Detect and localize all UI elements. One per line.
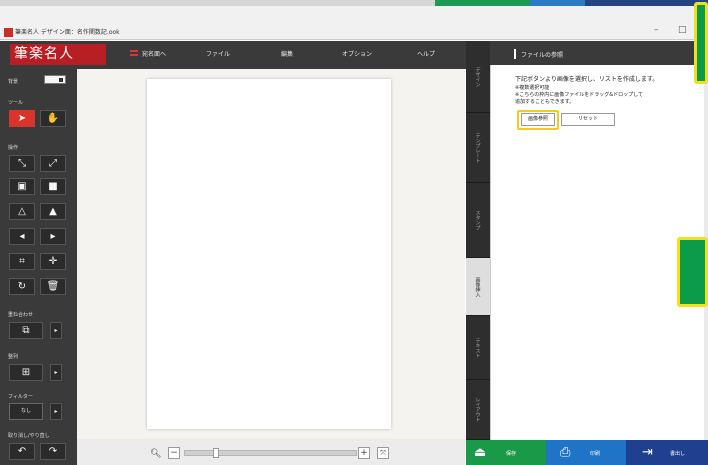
zoom-slider[interactable] xyxy=(184,448,357,458)
flip-horizontal-icon: ◂ xyxy=(19,231,25,242)
maximize-button[interactable]: □ xyxy=(678,25,687,35)
callout-marker-middle xyxy=(677,237,708,307)
triangle-outline-button[interactable]: △ xyxy=(9,203,35,220)
view-label: 背景 xyxy=(8,79,19,85)
zoom-in-button[interactable]: + xyxy=(358,447,370,459)
square-filled-icon: ■ xyxy=(48,181,58,192)
tab-image-insert[interactable]: 画像挿入 xyxy=(466,258,490,316)
fit-screen-button[interactable]: ⤧ xyxy=(377,447,389,459)
menu-item-help[interactable]: ヘルプ xyxy=(417,49,435,58)
app-icon xyxy=(4,28,13,37)
filter-more-button[interactable]: ▸ xyxy=(50,403,62,420)
filter-select[interactable]: なし xyxy=(9,403,43,420)
zoom-slider-thumb[interactable] xyxy=(213,448,219,458)
align-more-button[interactable]: ▸ xyxy=(50,364,62,381)
flip-horizontal-button[interactable]: ◂ xyxy=(9,228,35,245)
rotate-button[interactable]: ↻ xyxy=(9,278,35,295)
layer-section-label: 重ね合わせ xyxy=(8,312,34,318)
move-icon: ✛ xyxy=(48,256,58,267)
right-panel-title: ファイルの参照 xyxy=(521,52,564,59)
print-button[interactable]: ⎙ 印刷 xyxy=(546,440,626,465)
tab-design[interactable]: デザイン xyxy=(466,41,490,113)
expand-icon: ⤢ xyxy=(49,158,57,169)
tab-template[interactable]: テンプレート xyxy=(466,113,490,183)
undo-section-label: 取り消し/やり直し xyxy=(8,433,50,439)
print-label: 印刷 xyxy=(590,451,601,457)
tool-section-label: ツール xyxy=(8,100,24,106)
triangle-icon: ▲ xyxy=(49,206,57,217)
menu-item-file[interactable]: ファイル xyxy=(206,49,230,58)
select-arrow-button[interactable]: ➤ xyxy=(9,110,35,127)
redo-button[interactable]: ↷ xyxy=(40,443,66,460)
delete-button[interactable]: 🗑 xyxy=(40,278,66,295)
move-button[interactable]: ✛ xyxy=(40,253,66,270)
align-button[interactable]: ⊞ xyxy=(9,364,43,381)
menu-item-edit[interactable]: 編集 xyxy=(281,49,293,58)
redo-icon: ↷ xyxy=(48,446,58,457)
magnifier-icon: 🔍︎ xyxy=(150,449,162,459)
hand-tool-button[interactable]: ✋ xyxy=(40,110,66,127)
undo-icon: ↶ xyxy=(17,446,27,457)
crop-button[interactable]: ⌗ xyxy=(9,253,35,270)
export-icon: ⇥ xyxy=(642,445,653,460)
zoom-out-button[interactable]: − xyxy=(168,447,180,459)
back-to-address-icon[interactable] xyxy=(130,50,138,56)
background-toggle[interactable] xyxy=(44,75,66,84)
export-label: 書出し xyxy=(670,451,686,457)
align-icon: ⊞ xyxy=(21,367,31,378)
trash-icon: 🗑 xyxy=(46,281,60,292)
edit-section-label: 操作 xyxy=(8,145,19,151)
flip-vertical-button[interactable]: ▸ xyxy=(40,228,66,245)
printer-icon: ⎙ xyxy=(560,445,571,460)
save-icon: ⏏ xyxy=(474,445,487,460)
toggle-knob xyxy=(59,78,63,82)
tab-stamp[interactable]: スタンプ xyxy=(466,183,490,258)
callout-marker-top xyxy=(694,2,708,84)
tab-text[interactable]: テキスト xyxy=(466,316,490,380)
rotate-icon: ↻ xyxy=(17,281,27,292)
fit-icon: ⤧ xyxy=(380,449,386,457)
arrow-cursor-icon: ➤ xyxy=(17,113,27,124)
filter-section-label: フィルター xyxy=(8,394,33,400)
layers-icon: ⧉ xyxy=(22,325,30,336)
crop-icon: ⌗ xyxy=(19,256,25,267)
export-button[interactable]: ⇥ 書出し xyxy=(626,440,708,465)
align-section-label: 整列 xyxy=(8,354,19,360)
save-label: 保存 xyxy=(506,451,517,457)
instruction-heading: 下記ボタンより画像を選択し、リストを作成します。 xyxy=(515,76,659,83)
layer-more-button[interactable]: ▸ xyxy=(50,322,62,339)
expand-button[interactable]: ⤢ xyxy=(40,155,66,172)
instruction-note-3: 追加することもできます。 xyxy=(515,99,575,105)
bring-forward-button[interactable]: ■ xyxy=(40,178,66,195)
shrink-button[interactable]: ⤡ xyxy=(9,155,35,172)
undo-button[interactable]: ↶ xyxy=(9,443,35,460)
minimize-button[interactable]: – xyxy=(654,25,659,35)
app-logo: 筆楽名人 xyxy=(10,44,106,65)
hand-icon: ✋ xyxy=(46,113,60,124)
postcard-page[interactable] xyxy=(147,79,391,429)
window-title: 筆楽名人 デザイン面：名作関数記.ook xyxy=(15,29,120,36)
triangle-outline-icon: △ xyxy=(18,206,26,217)
menu-item-address-side[interactable]: 宛名面へ xyxy=(142,49,166,58)
send-backward-button[interactable]: ▣ xyxy=(9,178,35,195)
header-accent-bar xyxy=(514,49,516,59)
layer-order-button[interactable]: ⧉ xyxy=(9,322,43,339)
instruction-note-1: ※複数選択可能 xyxy=(515,85,550,91)
shrink-icon: ⤡ xyxy=(18,158,26,169)
square-outline-icon: ▣ xyxy=(17,181,27,192)
triangle-button[interactable]: ▲ xyxy=(40,203,66,220)
menu-item-options[interactable]: オプション xyxy=(342,49,372,58)
instruction-note-2: ※こちらの枠内に画像ファイルをドラッグ&ドロップして xyxy=(515,92,643,98)
flip-vertical-icon: ▸ xyxy=(50,231,56,242)
highlight-frame xyxy=(517,110,559,130)
reset-button[interactable]: リセット xyxy=(561,113,615,126)
tab-layout[interactable]: レイアウト xyxy=(466,380,490,440)
save-button[interactable]: ⏏ 保存 xyxy=(466,440,546,465)
